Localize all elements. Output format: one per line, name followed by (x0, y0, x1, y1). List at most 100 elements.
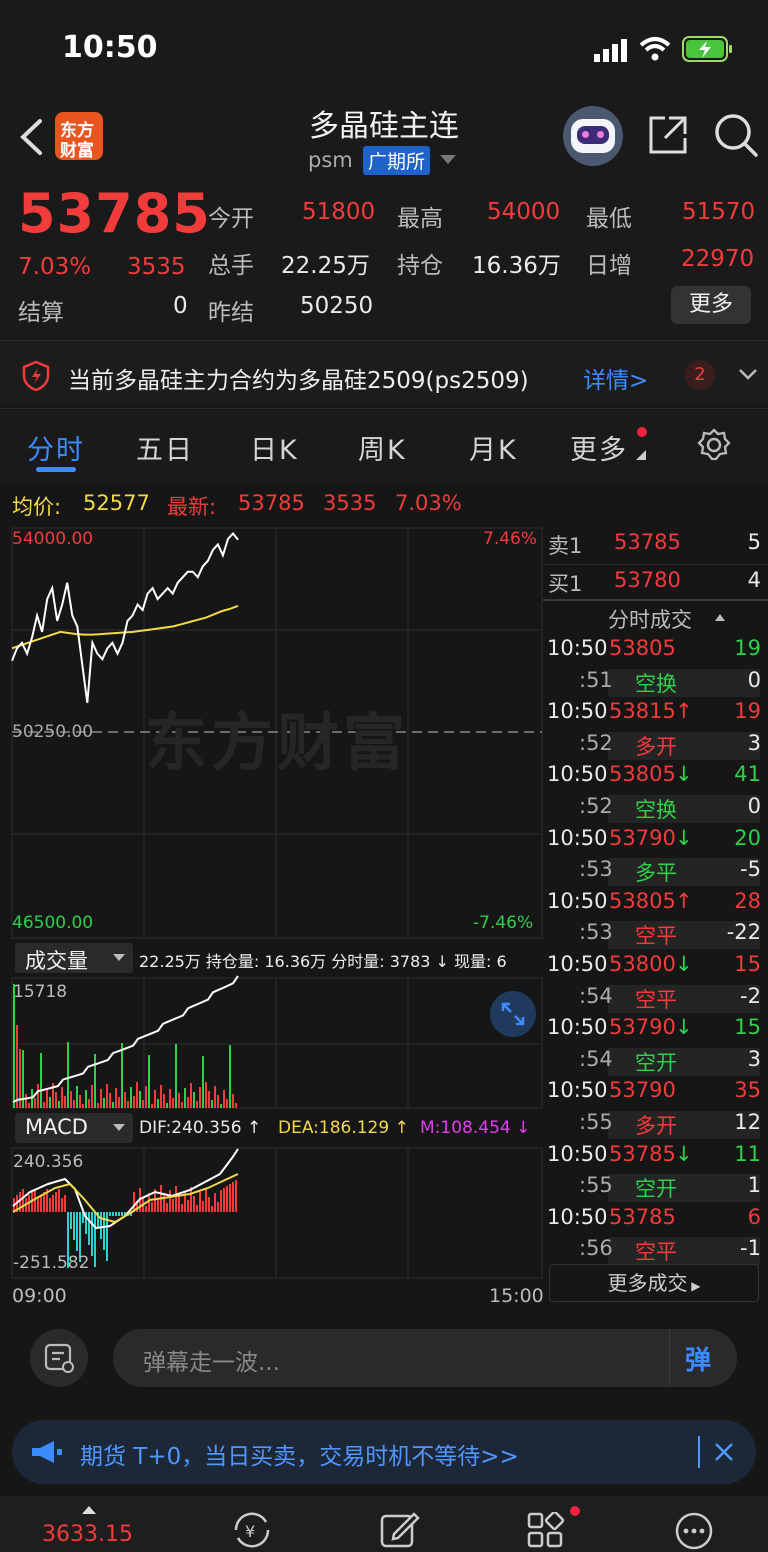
chevron-down-icon[interactable] (440, 155, 456, 165)
macd-bar (229, 1184, 231, 1212)
volume-bar (175, 1044, 177, 1108)
volume-bar (64, 1096, 66, 1108)
trade-type: 空平 (635, 987, 677, 1012)
more-menu-icon[interactable] (675, 1512, 713, 1550)
trade-type: 多开 (635, 1114, 677, 1138)
tab-monthly-k[interactable]: 月K (469, 428, 518, 467)
volume-bar (196, 1101, 198, 1108)
search-icon[interactable] (713, 112, 759, 158)
more-quote-button[interactable]: 更多 (671, 286, 751, 324)
field-value: 51570 (682, 199, 756, 225)
macd-bar (196, 1205, 198, 1212)
volume-bar (166, 1103, 168, 1108)
latest-label: 最新: (167, 495, 217, 519)
volume-bar (25, 1094, 27, 1108)
red-dot-badge (570, 1506, 580, 1516)
trade-row: :51 空换 0 (543, 668, 768, 699)
signal-icon (594, 39, 627, 62)
latest-change: 3535 (323, 491, 377, 515)
volume-bar (232, 1094, 234, 1108)
close-icon[interactable] (714, 1442, 734, 1462)
volume-bar (157, 1099, 159, 1108)
chevron-down-icon[interactable] (738, 368, 758, 382)
volume-bar (88, 1099, 90, 1108)
quote-panel: 53785 7.03% 3535 结算 0 今开 51800 最高 54000 … (0, 180, 768, 340)
macd-bar (235, 1180, 237, 1212)
tab-intraday[interactable]: 分时 (27, 428, 85, 467)
macd-bar (199, 1192, 201, 1212)
notice-bar[interactable]: 当前多晶硅主力合约为多晶硅2509(ps2509) 详情> 2 (0, 341, 768, 407)
sort-up-icon[interactable] (715, 614, 725, 621)
macd-axis-max: 240.356 (13, 1152, 84, 1172)
trade-time: 10:50 (547, 699, 608, 724)
trade-type: 空平 (635, 1240, 677, 1265)
macd-bar (55, 1192, 57, 1212)
tab-more[interactable]: 更多 (570, 428, 628, 467)
volume-bar (127, 1101, 129, 1108)
apps-grid-icon[interactable] (527, 1512, 565, 1550)
red-dot-badge (637, 427, 647, 437)
volume-bar (43, 1102, 45, 1108)
volume-bar (121, 1043, 123, 1108)
tab-weekly-k[interactable]: 周K (358, 428, 407, 467)
share-icon[interactable] (647, 114, 689, 156)
trade-price: 53790 (609, 1015, 676, 1040)
notice-detail-link[interactable]: 详情> (583, 361, 648, 395)
pct-axis-bottom: -7.46% (473, 913, 534, 933)
robot-avatar-icon[interactable] (563, 106, 623, 166)
field-label: 结算 (18, 300, 64, 326)
volume-bar (58, 1101, 60, 1108)
volume-bar (211, 1100, 213, 1108)
volume-bar (202, 1056, 204, 1108)
macd-bar (145, 1206, 147, 1212)
megaphone-icon (32, 1441, 62, 1463)
gear-icon[interactable] (697, 428, 731, 462)
trade-row: 10:50 53790 35 (543, 1078, 768, 1109)
trade-row: 10:50 53790 ↓ 20 (543, 826, 768, 857)
trade-row: 10:50 53785 ↓ 11 (543, 1142, 768, 1173)
intraday-chart[interactable]: 东方财富 54000.00 50250.00 46500.00 7.46% -7… (0, 524, 545, 1314)
trade-row: :53 多平 -5 (543, 857, 768, 888)
volume-bar (145, 1086, 147, 1108)
field-value: 22970 (681, 246, 755, 272)
comment-input[interactable]: 弹幕走一波... 弹 (113, 1329, 737, 1387)
index-value[interactable]: 3633.15 (42, 1522, 133, 1547)
exchange-currency-icon[interactable]: ¥ (230, 1510, 274, 1550)
volume-bar (130, 1087, 132, 1108)
edit-icon[interactable] (380, 1510, 420, 1550)
ad-banner[interactable]: 期货 T+0，当日买卖，交易时机不等待>> (12, 1420, 756, 1484)
macd-bar (223, 1188, 225, 1212)
trade-price: 53785 (609, 1204, 676, 1229)
volume-indicator-select[interactable]: 成交量 (15, 943, 133, 973)
macd-bar (202, 1201, 204, 1212)
corner-triangle-icon (636, 450, 646, 460)
trade-volume: -5 (740, 857, 761, 882)
trade-price: 53790 (609, 1078, 676, 1103)
trade-volume: 20 (734, 825, 761, 850)
trade-type: 多开 (635, 734, 677, 759)
volume-bar (73, 1100, 75, 1108)
macd-indicator-select[interactable]: MACD (15, 1113, 133, 1143)
volume-bar (136, 1082, 138, 1108)
macd-bar (103, 1212, 105, 1250)
danmaku-send-button[interactable]: 弹 (685, 1340, 711, 1377)
macd-axis-min: -251.582 (13, 1253, 90, 1273)
price-axis-bottom: 46500.00 (12, 913, 94, 933)
trade-type: 空平 (635, 924, 677, 949)
volume-bar (148, 1055, 150, 1108)
expand-chart-button[interactable] (490, 991, 536, 1037)
macd-bar (208, 1197, 210, 1212)
comment-list-button[interactable] (30, 1329, 88, 1387)
volume-bar (55, 1092, 57, 1108)
avg-value: 52577 (83, 491, 150, 515)
more-trades-button[interactable]: 更多成交 ▶ (549, 1264, 759, 1302)
tab-daily-k[interactable]: 日K (250, 428, 299, 467)
tab-five-day[interactable]: 五日 (136, 428, 194, 467)
trade-volume: 41 (734, 762, 761, 787)
m-value: M:108.454 ↓ (420, 1118, 531, 1138)
trade-row: :53 空平 -22 (543, 920, 768, 951)
field-label: 日增 (586, 253, 632, 279)
trade-volume: 0 (747, 667, 761, 692)
trade-time: 10:50 (547, 888, 608, 913)
macd-bar (91, 1212, 93, 1256)
